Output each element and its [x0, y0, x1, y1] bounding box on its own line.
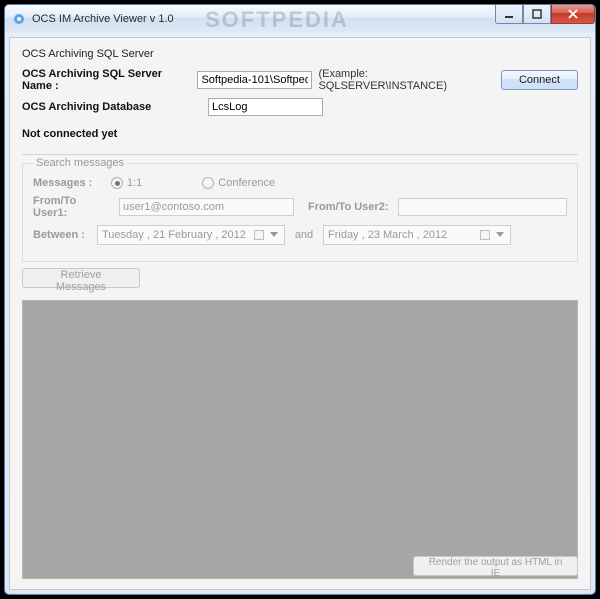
- results-panel: [22, 300, 578, 579]
- client-area: OCS Archiving SQL Server OCS Archiving S…: [9, 37, 591, 590]
- render-html-button[interactable]: Render the output as HTML in IE: [413, 556, 578, 576]
- server-section-label: OCS Archiving SQL Server: [22, 48, 578, 60]
- chevron-down-icon: [268, 229, 280, 241]
- titlebar[interactable]: OCS IM Archive Viewer v 1.0 SOFTPEDIA: [5, 5, 595, 33]
- user1-input[interactable]: [119, 198, 294, 216]
- radio-one-to-one-label: 1:1: [127, 177, 142, 189]
- server-name-row: OCS Archiving SQL Server Name : (Example…: [22, 68, 578, 92]
- maximize-button[interactable]: [523, 5, 551, 24]
- radio-icon: [111, 177, 123, 189]
- radio-one-to-one[interactable]: 1:1: [111, 177, 142, 189]
- message-type-radio-group: 1:1 Conference: [111, 177, 275, 189]
- close-button[interactable]: [551, 5, 595, 24]
- search-fieldset: Search messages Messages : 1:1 Conferenc…: [22, 157, 578, 262]
- retrieve-button[interactable]: Retrieve Messages: [22, 268, 140, 288]
- date-check-icon: [480, 230, 490, 240]
- messages-label: Messages :: [33, 177, 105, 189]
- between-label: Between :: [33, 229, 91, 241]
- chevron-down-icon: [494, 229, 506, 241]
- connection-status: Not connected yet: [22, 128, 578, 140]
- database-input[interactable]: [208, 98, 323, 116]
- date-to-picker[interactable]: Friday , 23 March , 2012: [323, 225, 511, 245]
- between-row: Between : Tuesday , 21 February , 2012 a…: [33, 225, 567, 245]
- date-from-picker[interactable]: Tuesday , 21 February , 2012: [97, 225, 285, 245]
- connect-button[interactable]: Connect: [501, 70, 578, 90]
- users-row: From/To User1: From/To User2:: [33, 195, 567, 219]
- app-window: OCS IM Archive Viewer v 1.0 SOFTPEDIA OC…: [4, 4, 596, 595]
- and-label: and: [291, 229, 317, 241]
- minimize-button[interactable]: [495, 5, 523, 24]
- server-name-label: OCS Archiving SQL Server Name :: [22, 68, 191, 92]
- retrieve-row: Retrieve Messages: [22, 268, 578, 288]
- radio-conference[interactable]: Conference: [202, 177, 275, 189]
- radio-conference-label: Conference: [218, 177, 275, 189]
- server-example-text: (Example: SQLSERVER\INSTANCE): [318, 68, 489, 92]
- server-name-input[interactable]: [197, 71, 312, 89]
- messages-row: Messages : 1:1 Conference: [33, 177, 567, 189]
- window-title: OCS IM Archive Viewer v 1.0: [32, 13, 174, 25]
- radio-icon: [202, 177, 214, 189]
- window-controls: [495, 5, 595, 25]
- date-to-text: Friday , 23 March , 2012: [328, 229, 447, 241]
- app-icon: [11, 11, 27, 27]
- user2-input[interactable]: [398, 198, 567, 216]
- search-legend: Search messages: [33, 157, 127, 169]
- separator: [22, 154, 578, 155]
- date-from-text: Tuesday , 21 February , 2012: [102, 229, 246, 241]
- watermark: SOFTPEDIA: [205, 7, 349, 33]
- database-row: OCS Archiving Database: [22, 98, 578, 116]
- user1-label: From/To User1:: [33, 195, 113, 219]
- date-check-icon: [254, 230, 264, 240]
- user2-label: From/To User2:: [308, 201, 392, 213]
- database-label: OCS Archiving Database: [22, 101, 202, 113]
